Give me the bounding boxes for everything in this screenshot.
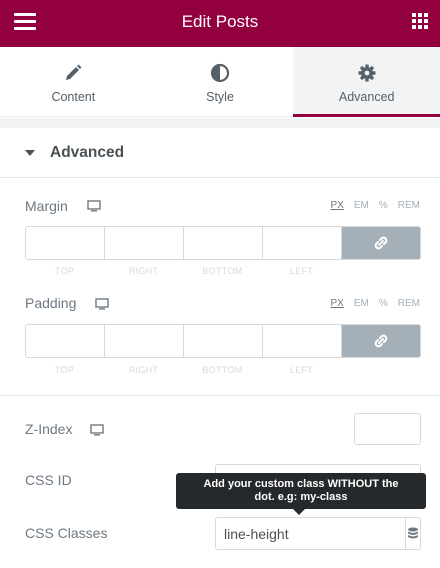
margin-top-input[interactable] xyxy=(26,227,105,259)
margin-inputs xyxy=(25,226,421,260)
link-icon xyxy=(374,334,388,348)
tooltip-line-1: Add your custom class WITHOUT the xyxy=(203,478,399,490)
monitor-icon[interactable] xyxy=(87,200,101,212)
padding-unit-percent[interactable]: % xyxy=(379,298,388,309)
tooltip-line-2: dot. e.g: my-class xyxy=(254,491,348,503)
margin-side-right: RIGHT xyxy=(128,266,159,276)
padding-unit-rem[interactable]: REM xyxy=(398,298,420,309)
panel-header: Edit Posts xyxy=(0,0,440,47)
padding-unit-px[interactable]: PX xyxy=(331,298,344,309)
link-icon xyxy=(374,236,388,250)
tab-advanced-label: Advanced xyxy=(338,90,395,104)
margin-side-top: TOP xyxy=(54,266,75,276)
cssclasses-label: CSS Classes xyxy=(25,525,108,541)
section-title: Advanced xyxy=(50,144,125,161)
margin-unit-percent[interactable]: % xyxy=(379,200,388,211)
padding-side-left: LEFT xyxy=(289,365,314,375)
section-advanced-toggle[interactable]: Advanced xyxy=(0,128,440,178)
cssid-label: CSS ID xyxy=(25,472,72,488)
margin-label: Margin xyxy=(25,198,68,214)
padding-units: PX EM % REM xyxy=(331,298,420,309)
margin-side-bottom: BOTTOM xyxy=(202,266,243,276)
margin-bottom-input[interactable] xyxy=(184,227,263,259)
tab-content-label: Content xyxy=(51,90,96,104)
margin-right-input[interactable] xyxy=(105,227,184,259)
cssclasses-input[interactable] xyxy=(216,518,405,549)
tab-separator xyxy=(0,118,440,128)
margin-side-labels: TOP RIGHT BOTTOM LEFT xyxy=(25,266,341,276)
zindex-input[interactable] xyxy=(354,413,421,445)
dynamic-tags-button[interactable] xyxy=(405,518,420,549)
classes-tooltip: Add your custom class WITHOUT the dot. e… xyxy=(176,473,426,515)
padding-top-input[interactable] xyxy=(26,325,105,357)
caret-down-icon xyxy=(25,150,35,156)
padding-side-top: TOP xyxy=(54,365,75,375)
padding-side-labels: TOP RIGHT BOTTOM LEFT xyxy=(25,365,341,375)
margin-link-button[interactable] xyxy=(342,227,420,259)
margin-side-left: LEFT xyxy=(289,266,314,276)
margin-unit-em[interactable]: EM xyxy=(354,200,369,211)
database-icon xyxy=(408,527,418,538)
divider xyxy=(0,395,440,396)
padding-unit-em[interactable]: EM xyxy=(354,298,369,309)
monitor-icon[interactable] xyxy=(90,424,104,436)
tab-advanced[interactable]: Advanced xyxy=(293,47,440,117)
margin-units: PX EM % REM xyxy=(331,200,420,211)
cssclasses-field xyxy=(215,517,421,550)
half-circle-icon xyxy=(210,63,230,83)
panel-tabs: Content Style Advanced xyxy=(0,47,440,117)
padding-bottom-input[interactable] xyxy=(184,325,263,357)
margin-left-input[interactable] xyxy=(263,227,342,259)
tab-style-label: Style xyxy=(206,90,234,104)
padding-link-button[interactable] xyxy=(342,325,420,357)
monitor-icon[interactable] xyxy=(95,298,109,310)
zindex-label: Z-Index xyxy=(25,421,73,437)
padding-label: Padding xyxy=(25,295,77,311)
margin-unit-rem[interactable]: REM xyxy=(398,200,420,211)
grid-icon[interactable] xyxy=(412,13,428,29)
pencil-icon xyxy=(66,64,82,80)
padding-side-bottom: BOTTOM xyxy=(202,365,243,375)
padding-inputs xyxy=(25,324,421,358)
gear-icon xyxy=(358,64,376,82)
padding-right-input[interactable] xyxy=(105,325,184,357)
tab-style[interactable]: Style xyxy=(147,47,294,116)
panel-title: Edit Posts xyxy=(181,12,259,31)
margin-unit-px[interactable]: PX xyxy=(331,200,344,211)
padding-side-right: RIGHT xyxy=(128,365,159,375)
padding-left-input[interactable] xyxy=(263,325,342,357)
tab-content[interactable]: Content xyxy=(0,47,147,116)
